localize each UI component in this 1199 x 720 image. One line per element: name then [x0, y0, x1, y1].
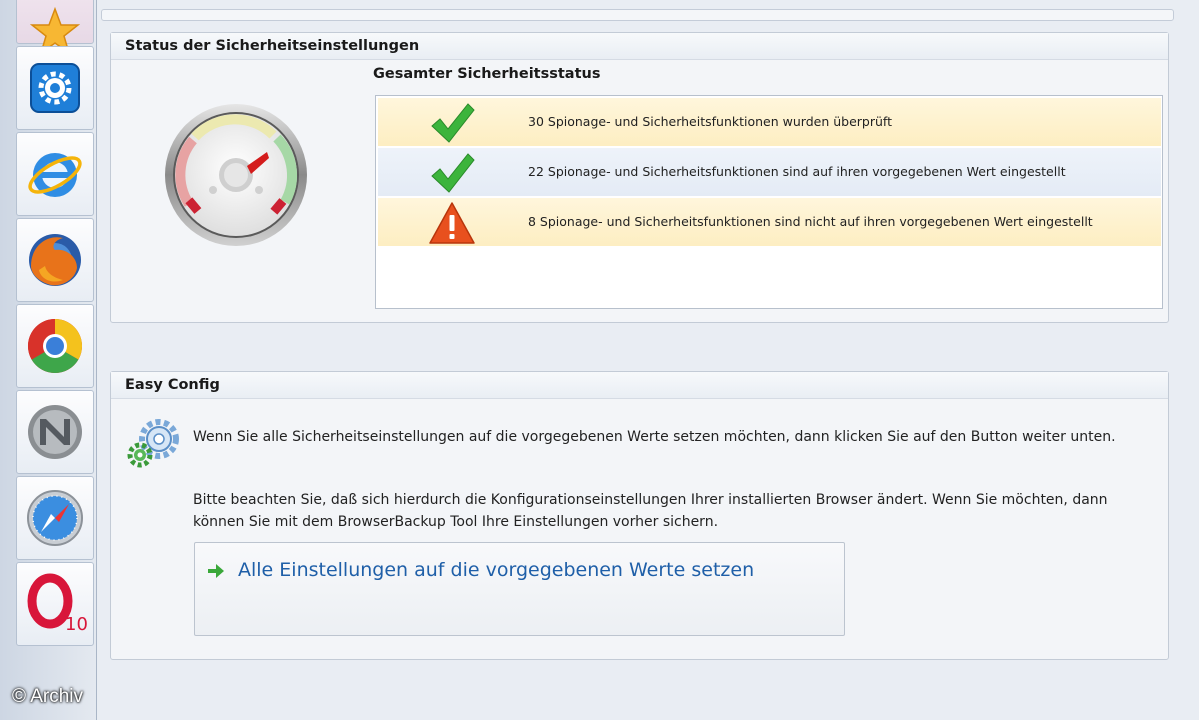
- sidebar-item-internet-explorer[interactable]: [16, 132, 94, 216]
- sidebar-item-chrome[interactable]: [16, 304, 94, 388]
- checkmark-icon: [431, 153, 475, 193]
- status-row: 8 Spionage- und Sicherheitsfunktionen si…: [378, 198, 1161, 246]
- status-row: 22 Spionage- und Sicherheitsfunktionen s…: [378, 148, 1161, 196]
- instruction-text: Wenn Sie alle Sicherheitseinstellungen a…: [193, 429, 1116, 445]
- gauge-icon: [165, 104, 307, 246]
- sidebar-item-favorites[interactable]: [16, 0, 94, 55]
- safari-icon: [27, 490, 83, 546]
- arrow-right-icon: [208, 564, 224, 578]
- firefox-icon: [29, 234, 81, 286]
- status-row-text: 22 Spionage- und Sicherheitsfunktionen s…: [528, 164, 1066, 179]
- top-strip: [101, 9, 1174, 21]
- panel-title: Easy Config: [111, 372, 1168, 399]
- note-text: Bitte beachten Sie, daß sich hierdurch d…: [193, 492, 1108, 530]
- status-row-text: 30 Spionage- und Sicherheitsfunktionen w…: [528, 114, 892, 129]
- apply-default-settings-label: Alle Einstellungen auf die vorgegebenen …: [238, 559, 755, 581]
- sidebar-item-netscape[interactable]: [16, 390, 94, 474]
- sidebar-item-opera[interactable]: 10: [16, 562, 94, 646]
- status-row: 30 Spionage- und Sicherheitsfunktionen w…: [378, 98, 1161, 146]
- security-status-panel: Status der Sicherheitseinstellungen Gesa…: [110, 32, 1169, 323]
- apply-default-settings-button[interactable]: Alle Einstellungen auf die vorgegebenen …: [194, 542, 845, 636]
- status-list: 30 Spionage- und Sicherheitsfunktionen w…: [375, 95, 1163, 309]
- sidebar-item-settings[interactable]: [16, 46, 94, 130]
- overall-status-title: Gesamter Sicherheitsstatus: [373, 66, 601, 82]
- opera-version-badge: 10: [65, 614, 88, 635]
- chrome-icon: [27, 319, 83, 374]
- warning-icon: [429, 202, 475, 244]
- watermark: © Archiv: [12, 686, 84, 707]
- sidebar-item-firefox[interactable]: [16, 218, 94, 302]
- status-row-text: 8 Spionage- und Sicherheitsfunktionen si…: [528, 214, 1093, 229]
- sidebar-item-safari[interactable]: [16, 476, 94, 560]
- easy-config-panel: Easy Config Wenn Sie alle Sicherheitsein…: [110, 371, 1169, 660]
- settings-gear-icon: [30, 63, 80, 113]
- config-gears-icon: [127, 419, 179, 468]
- internet-explorer-icon: [28, 153, 82, 197]
- sidebar: 10 © Archiv: [0, 0, 97, 720]
- netscape-icon: [28, 405, 82, 459]
- panel-title: Status der Sicherheitseinstellungen: [111, 33, 1168, 60]
- checkmark-icon: [431, 103, 475, 143]
